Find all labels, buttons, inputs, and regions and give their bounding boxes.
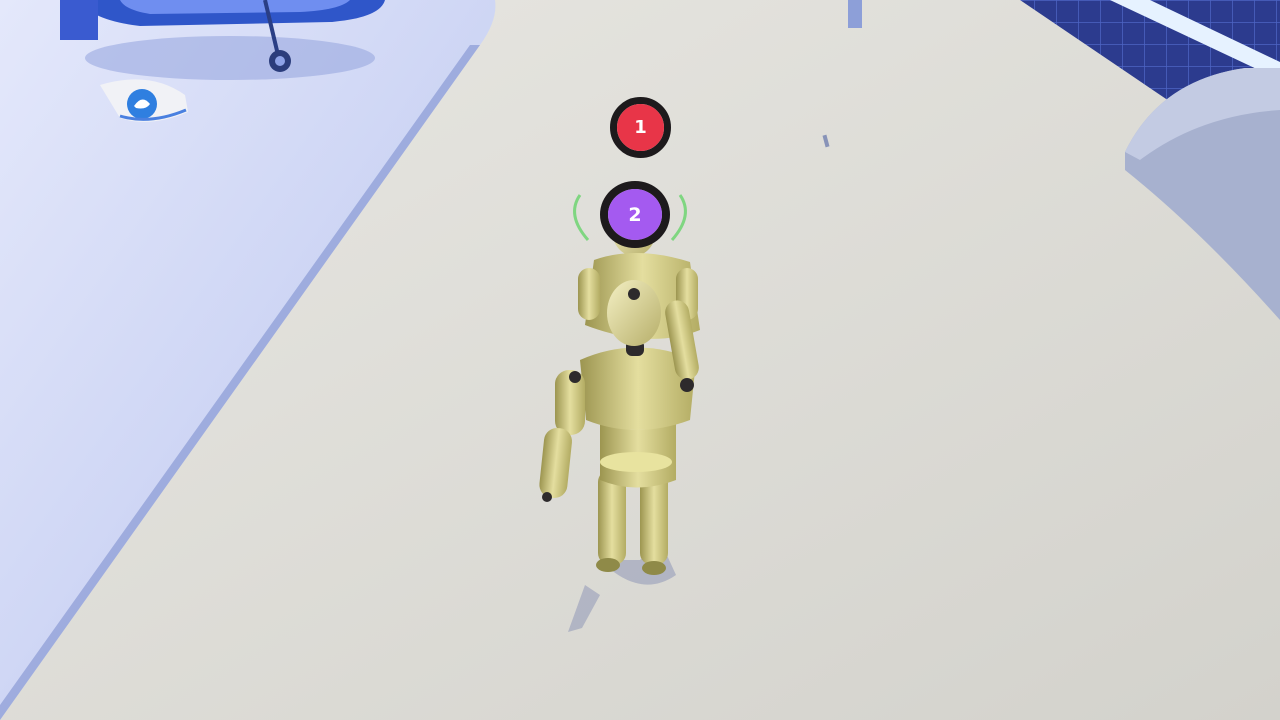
player-marker-2-fill: 2 <box>608 189 662 240</box>
pole <box>848 0 862 28</box>
game-viewport[interactable]: 1 2 <box>0 0 1280 720</box>
player-marker-2: 2 <box>600 181 670 248</box>
player-number-1: 1 <box>634 117 647 138</box>
player-marker-1: 1 <box>610 97 671 158</box>
player-number-2: 2 <box>628 203 642 226</box>
player-marker-1-fill: 1 <box>617 104 664 151</box>
